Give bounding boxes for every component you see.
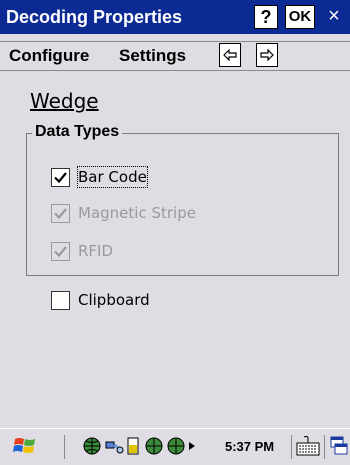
data-types-legend: Data Types (32, 122, 123, 142)
connection-icon[interactable] (104, 436, 124, 456)
menu-configure[interactable]: Configure (9, 45, 89, 67)
rfid-checkbox (51, 242, 70, 261)
title-bar: Decoding Properties ? OK × (0, 0, 350, 34)
start-windows-icon[interactable] (12, 435, 38, 457)
arrow-left-icon (223, 49, 237, 61)
clipboard-checkbox[interactable] (51, 291, 70, 310)
keyboard-icon[interactable] (295, 435, 321, 457)
magnetic-stripe-label: Magnetic Stripe (78, 204, 196, 222)
battery-icon[interactable] (126, 436, 140, 456)
clock[interactable]: 5:37 PM (225, 438, 274, 456)
checkmark-icon (54, 172, 67, 184)
menu-bar: Configure Settings (0, 41, 350, 71)
taskbar-divider (64, 435, 65, 459)
close-button[interactable]: × (320, 5, 348, 29)
taskbar: 5:37 PM (0, 428, 350, 465)
arrow-right-icon (260, 49, 274, 61)
network-globe-icon[interactable] (82, 436, 102, 456)
taskbar-divider (291, 435, 292, 459)
rfid-label: RFID (78, 242, 114, 260)
help-button[interactable]: ? (254, 5, 278, 29)
checkmark-icon (54, 246, 67, 258)
magnetic-stripe-checkbox (51, 204, 70, 223)
scroll-right-button[interactable] (256, 43, 278, 67)
window-title: Decoding Properties (6, 7, 183, 27)
clipboard-label[interactable]: Clipboard (78, 290, 150, 310)
menu-settings[interactable]: Settings (119, 45, 186, 67)
switch-windows-icon[interactable] (330, 435, 348, 457)
bar-code-label[interactable]: Bar Code (77, 166, 148, 188)
scroll-left-button[interactable] (219, 43, 241, 67)
globe-icon-2[interactable] (144, 436, 164, 456)
wedge-link[interactable]: Wedge (30, 89, 99, 113)
checkmark-icon (54, 208, 67, 220)
ok-button[interactable]: OK (285, 5, 315, 29)
globe-icon-3[interactable] (166, 436, 186, 456)
tray-expand-arrow-icon[interactable] (188, 441, 196, 451)
bar-code-checkbox[interactable] (51, 168, 70, 187)
taskbar-divider (324, 435, 325, 459)
